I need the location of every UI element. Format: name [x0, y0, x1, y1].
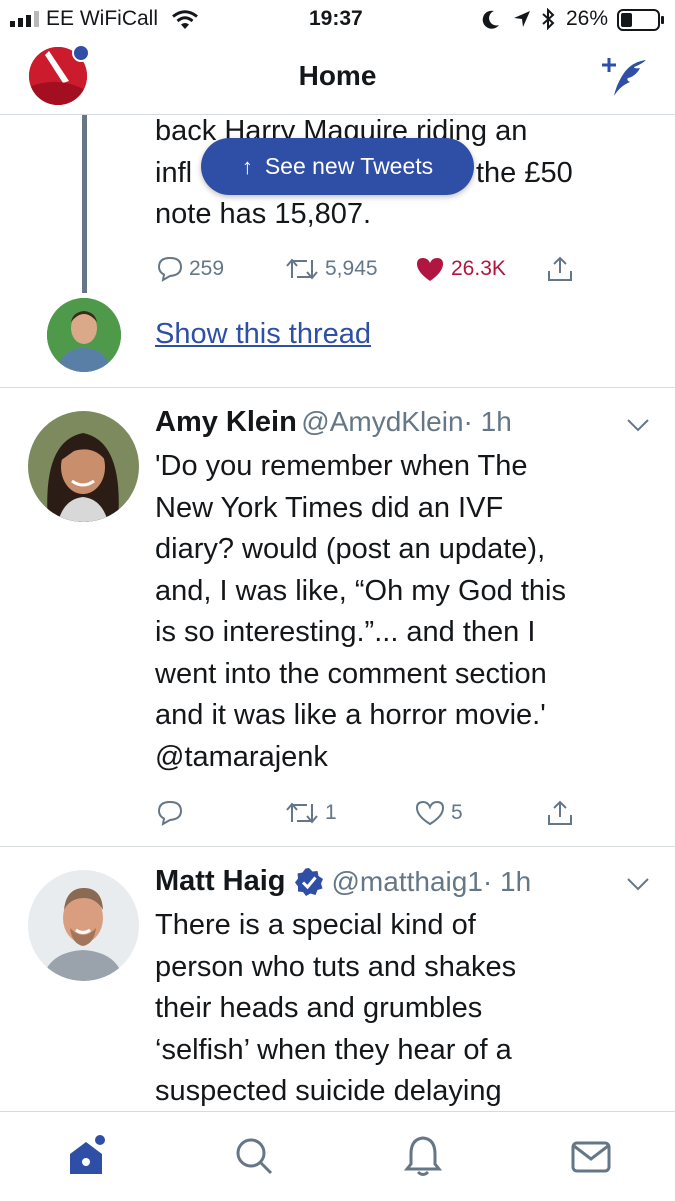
tweet-text-line: person who tuts and shakes — [155, 950, 517, 983]
location-icon — [514, 11, 530, 27]
status-bar: EE WiFiCall 19:37 26% — [0, 0, 675, 38]
reply-button[interactable]: 259 — [157, 256, 224, 282]
avatar[interactable] — [28, 411, 139, 522]
tweet-text-line: suspected suicide delaying — [155, 1075, 502, 1107]
tweet-time: · 1h — [482, 865, 532, 897]
tweet-text-fragment: the £50 — [476, 156, 573, 189]
tweet-text: 'Do you remember when The New York Times… — [155, 446, 655, 778]
chevron-down-icon[interactable] — [626, 418, 650, 432]
reply-count: 259 — [189, 257, 225, 280]
bluetooth-icon — [542, 8, 555, 30]
tweet-text-line: and, I was like, “Oh my God this — [155, 574, 566, 607]
avatar-art — [28, 870, 139, 981]
chevron-down-icon[interactable] — [626, 877, 650, 891]
thread-line — [82, 115, 87, 293]
avatar[interactable] — [47, 298, 121, 372]
tab-home[interactable] — [64, 1134, 108, 1178]
notifications-icon — [403, 1136, 443, 1176]
divider — [0, 846, 675, 847]
retweet-button[interactable]: 1 — [285, 800, 337, 826]
like-count: 5 — [451, 801, 463, 824]
retweet-icon — [286, 258, 318, 280]
retweet-count: 5,945 — [325, 257, 378, 280]
author-handle[interactable]: @matthaig1 — [332, 866, 483, 898]
compose-tweet-icon[interactable] — [600, 56, 648, 98]
avatar[interactable] — [28, 870, 139, 981]
like-count: 26.3K — [451, 257, 506, 280]
arrow-up-icon: ↑ — [241, 153, 253, 179]
avatar-art — [47, 298, 121, 372]
tweet-mention[interactable]: @tamarajenk — [155, 737, 655, 779]
tweet-text-line: New York Times did an IVF — [155, 491, 504, 524]
tweet-text-line: is so interesting.”... and then I — [155, 616, 536, 648]
tweet-text-line: their heads and grumbles — [155, 992, 483, 1024]
show-thread-link[interactable]: Show this thread — [155, 318, 371, 351]
tweet-header: Amy Klein @AmydKlein· 1h — [155, 406, 512, 439]
see-new-tweets-label: See new Tweets — [264, 153, 434, 179]
author-handle[interactable]: @AmydKlein — [301, 406, 463, 437]
share-icon[interactable] — [546, 799, 574, 827]
carrier-label: EE WiFiCall — [46, 7, 159, 30]
retweet-button[interactable]: 5,945 — [285, 256, 378, 282]
tweet-text: There is a special kind of person who tu… — [155, 905, 655, 1113]
tab-search[interactable] — [232, 1134, 276, 1178]
avatar-art — [28, 411, 139, 522]
tweet-time: · 1h — [463, 406, 512, 437]
tweet-text-line: diary? would (post an update), — [155, 533, 546, 565]
tweet-text-line: went into the comment section — [155, 657, 547, 690]
like-icon — [415, 800, 445, 826]
home-icon — [70, 1135, 105, 1174]
messages-icon — [571, 1141, 611, 1173]
tweet-text-fragment: infl — [155, 156, 193, 189]
tweet-header: Matt Haig @matthaig1 · 1h — [155, 865, 531, 898]
retweet-icon — [286, 802, 318, 824]
search-icon — [236, 1138, 273, 1175]
nav-bar: Home — [0, 38, 675, 115]
verified-badge-icon — [294, 867, 323, 896]
retweet-count: 1 — [325, 801, 337, 824]
wifi-icon — [172, 10, 198, 29]
see-new-tweets-button[interactable]: ↑ See new Tweets — [201, 138, 474, 195]
tweet-text-line: 'Do you remember when The — [155, 450, 528, 482]
status-time: 19:37 — [309, 7, 363, 30]
author-name[interactable]: Matt Haig — [155, 865, 286, 898]
tweet-text-line: note has 15,807. — [155, 198, 372, 230]
tab-notifications[interactable] — [401, 1134, 445, 1178]
tweet-text-line: ‘selfish’ when they hear of a — [155, 1033, 512, 1066]
reply-button[interactable] — [157, 800, 189, 826]
divider — [0, 387, 675, 388]
tweet-text-line: There is a special kind of — [155, 909, 476, 941]
author-name[interactable]: Amy Klein — [155, 406, 297, 438]
reply-icon — [157, 800, 183, 826]
like-button[interactable]: 26.3K — [415, 256, 506, 282]
moon-icon — [482, 10, 499, 29]
like-button[interactable]: 5 — [415, 800, 463, 826]
tab-messages[interactable] — [569, 1134, 613, 1178]
share-icon[interactable] — [546, 255, 574, 283]
signal-icon — [10, 11, 39, 27]
battery-icon — [617, 9, 664, 31]
battery-percent: 26% — [566, 7, 609, 30]
like-icon — [417, 258, 443, 281]
reply-icon — [157, 256, 183, 282]
tab-bar — [0, 1111, 675, 1201]
tweet-text-line: and it was like a horror movie.' — [155, 699, 546, 731]
page-title: Home — [298, 60, 377, 91]
